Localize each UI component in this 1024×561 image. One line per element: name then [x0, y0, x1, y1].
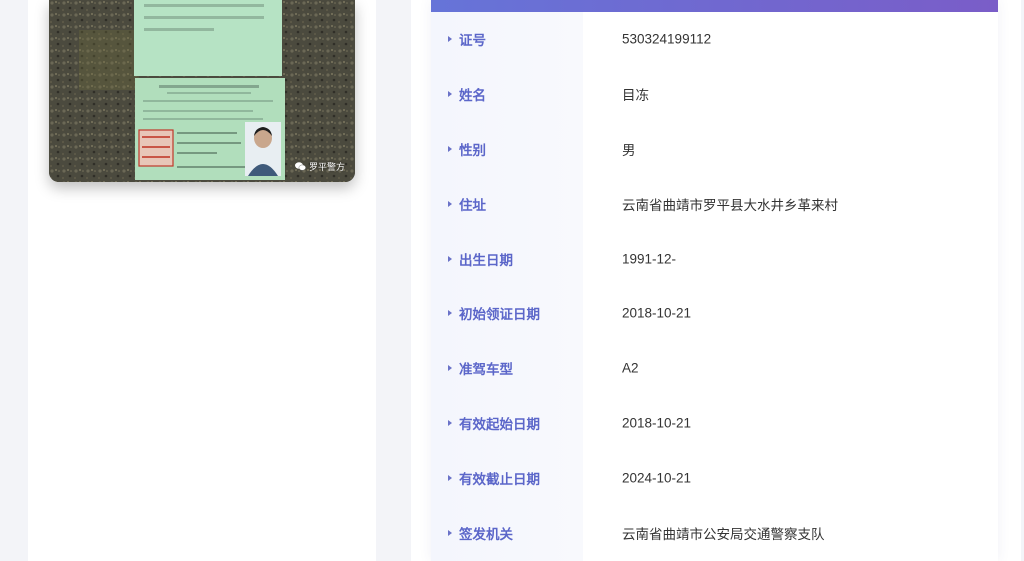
wechat-icon: [294, 162, 306, 171]
page: 罗平警方 证号 530324199112 姓名 目冻 性别 男 住址 云南省曲靖…: [0, 0, 1024, 561]
detail-label: 性别: [459, 142, 486, 158]
bullet-icon: [448, 200, 452, 207]
detail-row-issuing-authority: 签发机关 云南省曲靖市公安局交通警察支队: [431, 505, 998, 560]
detail-value: 目冻: [622, 88, 649, 104]
license-details-card: 证号 530324199112 姓名 目冻 性别 男 住址 云南省曲靖市罗平县大…: [431, 0, 998, 561]
detail-value: 2024-10-21: [622, 470, 692, 486]
detail-row-license-number: 证号 530324199112: [431, 12, 998, 67]
bullet-icon: [448, 365, 452, 372]
detail-row-address: 住址 云南省曲靖市罗平县大水井乡革来村: [431, 176, 998, 231]
detail-label: 证号: [459, 33, 486, 49]
detail-row-vehicle-class: 准驾车型 A2: [431, 341, 998, 396]
detail-label: 住址: [459, 197, 486, 213]
detail-label: 姓名: [459, 88, 486, 104]
license-photo-image: [49, 0, 355, 182]
detail-row-valid-until: 有效截止日期 2024-10-21: [431, 450, 998, 505]
detail-row-first-issue-date: 初始领证日期 2018-10-21: [431, 286, 998, 341]
detail-label: 出生日期: [459, 252, 513, 268]
detail-label: 准驾车型: [459, 362, 513, 378]
detail-label: 初始领证日期: [459, 307, 540, 323]
bullet-icon: [448, 91, 452, 98]
detail-value: 1991-12-: [622, 251, 677, 267]
detail-row-gender: 性别 男: [431, 122, 998, 177]
license-photo: 罗平警方: [49, 0, 355, 182]
bullet-icon: [448, 145, 452, 152]
bullet-icon: [448, 36, 452, 43]
detail-value: A2: [622, 360, 639, 376]
detail-value: 2018-10-21: [622, 305, 692, 321]
card-header-bar: [431, 0, 998, 12]
bullet-icon: [448, 474, 452, 481]
bullet-icon: [448, 529, 452, 536]
detail-value: 男: [622, 142, 636, 158]
detail-value: 云南省曲靖市罗平县大水井乡革来村: [622, 197, 838, 213]
detail-row-birth-date: 出生日期 1991-12-: [431, 231, 998, 286]
watermark: 罗平警方: [294, 160, 345, 173]
detail-value: 云南省曲靖市公安局交通警察支队: [622, 526, 825, 542]
watermark-text: 罗平警方: [308, 162, 345, 172]
detail-list: 证号 530324199112 姓名 目冻 性别 男 住址 云南省曲靖市罗平县大…: [431, 12, 998, 560]
detail-value: 530324199112: [622, 31, 712, 47]
detail-label: 有效截止日期: [459, 471, 540, 487]
detail-label: 签发机关: [459, 526, 513, 542]
detail-row-valid-from: 有效起始日期 2018-10-21: [431, 396, 998, 451]
bullet-icon: [448, 255, 452, 262]
bullet-icon: [448, 419, 452, 426]
detail-value: 2018-10-21: [622, 415, 692, 431]
bullet-icon: [448, 310, 452, 317]
detail-row-name: 姓名 目冻: [431, 67, 998, 122]
detail-label: 有效起始日期: [459, 416, 540, 432]
